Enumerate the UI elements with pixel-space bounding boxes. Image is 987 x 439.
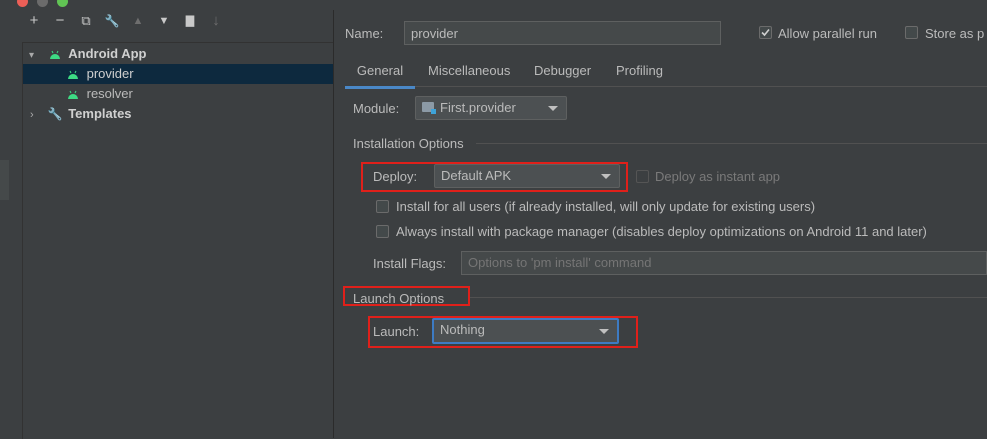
remove-icon[interactable]: − bbox=[51, 13, 69, 29]
install-all-users-label: Install for all users (if already instal… bbox=[396, 199, 816, 214]
launch-options-header: Launch Options bbox=[353, 291, 445, 306]
android-icon bbox=[67, 66, 83, 81]
tree-item-label: provider bbox=[86, 66, 134, 81]
tab-profiling[interactable]: Profiling bbox=[616, 60, 663, 86]
tab-general[interactable]: General bbox=[345, 60, 415, 89]
installation-options-header: Installation Options bbox=[353, 136, 464, 151]
configuration-tree: ▾ Android App provider resolver › 🔧 Temp… bbox=[22, 42, 333, 439]
chevron-right-icon[interactable]: › bbox=[30, 105, 38, 125]
module-label: Module: bbox=[353, 101, 400, 116]
deploy-dropdown[interactable]: Default APK bbox=[434, 164, 620, 188]
chevron-down-icon bbox=[548, 106, 558, 111]
launch-separator bbox=[470, 297, 987, 298]
instant-app-label: Deploy as instant app bbox=[655, 169, 781, 184]
sort-icon[interactable]: ↓ bbox=[207, 13, 225, 29]
copy-icon[interactable]: ⧉ bbox=[77, 13, 95, 29]
launch-label: Launch: bbox=[373, 324, 420, 339]
install-flags-label: Install Flags: bbox=[373, 256, 446, 271]
module-folder-icon bbox=[422, 102, 436, 114]
install-flags-input[interactable] bbox=[461, 251, 987, 275]
chevron-down-icon bbox=[601, 174, 611, 179]
tree-item-label: Templates bbox=[68, 106, 132, 121]
tree-item-android-app[interactable]: ▾ Android App bbox=[23, 44, 333, 64]
tree-item-resolver[interactable]: resolver bbox=[23, 84, 333, 104]
installation-separator bbox=[476, 143, 987, 144]
always-install-checkbox[interactable] bbox=[376, 225, 389, 238]
allow-parallel-checkbox[interactable] bbox=[759, 26, 772, 39]
store-as-label: Store as p bbox=[925, 26, 985, 41]
name-label: Name: bbox=[345, 26, 384, 41]
module-dropdown[interactable]: First.provider bbox=[415, 96, 567, 120]
tabs-separator bbox=[345, 86, 987, 87]
wrench-icon: 🔧 bbox=[47, 107, 63, 121]
deploy-value: Default APK bbox=[441, 168, 512, 183]
tree-item-provider[interactable]: provider bbox=[23, 64, 333, 84]
add-icon[interactable]: + bbox=[25, 13, 43, 29]
launch-dropdown[interactable]: Nothing bbox=[432, 318, 619, 344]
tree-item-label: resolver bbox=[86, 86, 133, 101]
always-install-label: Always install with package manager (dis… bbox=[396, 224, 927, 239]
install-all-users-checkbox[interactable] bbox=[376, 200, 389, 213]
tab-miscellaneous[interactable]: Miscellaneous bbox=[428, 60, 510, 86]
name-field[interactable]: provider bbox=[404, 21, 721, 45]
wrench-icon[interactable]: 🔧 bbox=[103, 13, 121, 29]
move-down-icon[interactable]: ▼ bbox=[155, 13, 173, 29]
chevron-down-icon bbox=[599, 329, 609, 334]
move-up-icon[interactable]: ▲ bbox=[129, 13, 147, 29]
new-folder-icon[interactable]: ▇ bbox=[181, 13, 199, 29]
launch-value: Nothing bbox=[440, 322, 485, 337]
tab-debugger[interactable]: Debugger bbox=[534, 60, 591, 86]
tree-item-label: Android App bbox=[68, 46, 147, 61]
store-as-checkbox[interactable] bbox=[905, 26, 918, 39]
chevron-down-icon[interactable]: ▾ bbox=[29, 46, 37, 66]
android-icon bbox=[67, 86, 83, 101]
android-icon bbox=[49, 46, 65, 61]
deploy-label: Deploy: bbox=[373, 169, 418, 184]
allow-parallel-label: Allow parallel run bbox=[778, 26, 877, 41]
tree-item-templates[interactable]: › 🔧 Templates bbox=[23, 104, 333, 124]
module-value: First.provider bbox=[440, 100, 516, 115]
title-bar bbox=[0, 0, 987, 10]
left-edge-strip bbox=[0, 160, 9, 200]
instant-app-checkbox[interactable] bbox=[636, 170, 649, 183]
